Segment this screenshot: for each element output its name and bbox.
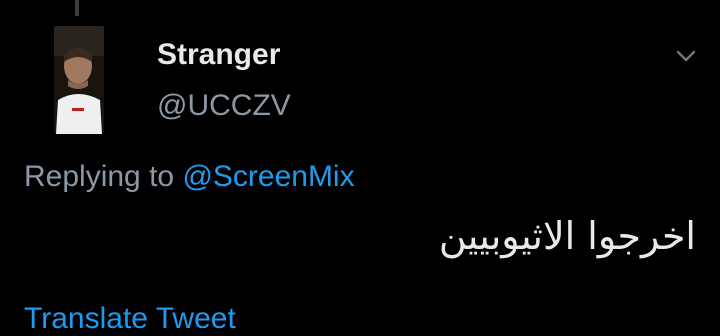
more-options-button[interactable] (668, 38, 704, 74)
user-handle[interactable]: @UCCZV (157, 89, 291, 123)
translate-tweet-link[interactable]: Translate Tweet (24, 302, 236, 336)
replying-to-line: Replying to @ScreenMix (24, 160, 355, 194)
display-name[interactable]: Stranger (157, 38, 280, 72)
thread-connector-line (75, 0, 79, 16)
replying-to-label: Replying to (24, 160, 183, 193)
tweet-body-text: اخرجوا الاثيوبيين (438, 214, 696, 258)
replying-to-mention-link[interactable]: @ScreenMix (182, 160, 354, 193)
avatar[interactable] (54, 26, 104, 134)
chevron-down-icon (676, 50, 696, 62)
avatar-photo (54, 26, 104, 134)
